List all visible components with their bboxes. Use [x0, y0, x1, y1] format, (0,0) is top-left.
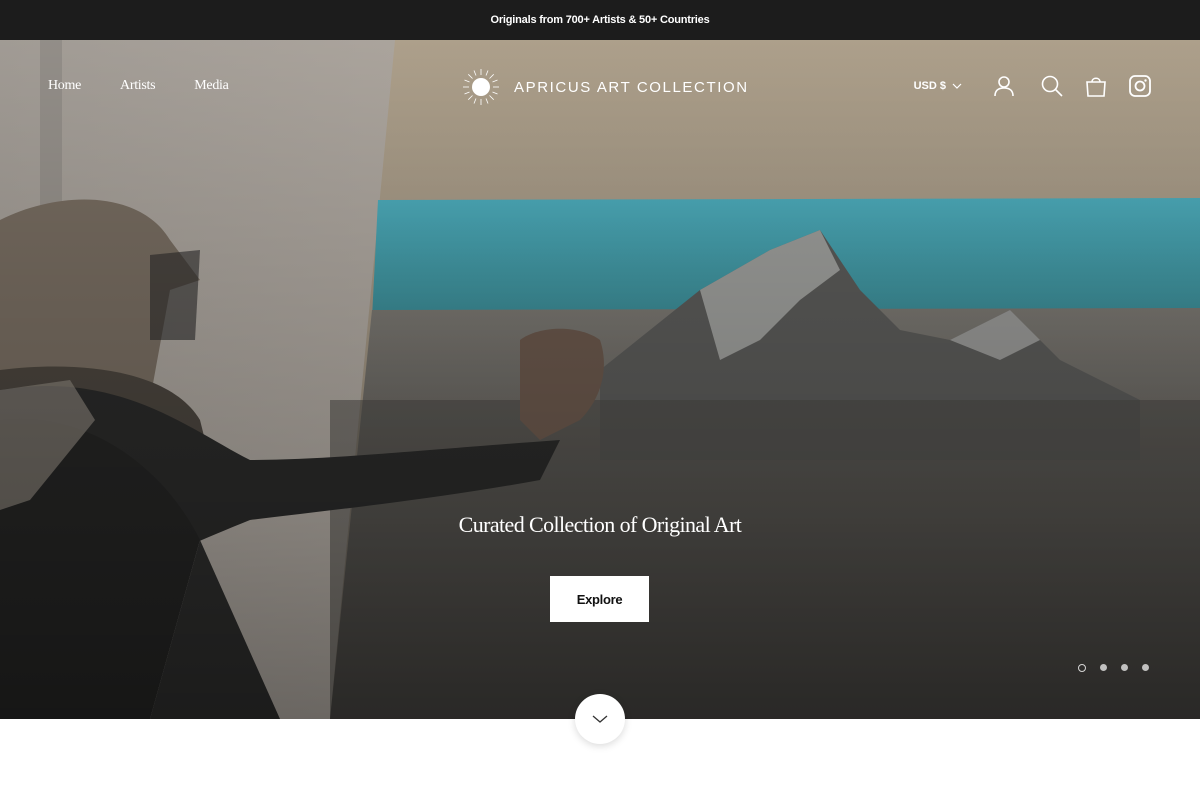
- nav-item-media[interactable]: Media: [194, 78, 229, 94]
- currency-label: USD $: [913, 80, 946, 92]
- logo-text: APRICUS ART COLLECTION: [514, 78, 749, 96]
- currency-selector[interactable]: USD $: [914, 80, 962, 92]
- announcement-bar: Originals from 700+ Artists & 50+ Countr…: [0, 0, 1200, 40]
- slideshow-pagination: [1078, 664, 1149, 672]
- instagram-icon[interactable]: [1128, 74, 1152, 98]
- main-nav: Home Artists Media: [48, 78, 268, 94]
- nav-item-home[interactable]: Home: [48, 78, 81, 94]
- chevron-down-icon: [952, 83, 962, 89]
- account-icon[interactable]: [992, 74, 1016, 98]
- chevron-down-icon: [592, 715, 608, 723]
- sun-logo-icon: [463, 69, 499, 105]
- slide-dot-2[interactable]: [1100, 664, 1107, 671]
- site-header: Home Artists Media APRICUS ART COLLECTIO…: [0, 40, 1200, 134]
- cart-icon[interactable]: [1084, 74, 1108, 98]
- site-logo[interactable]: APRICUS ART COLLECTION: [462, 68, 749, 106]
- search-icon[interactable]: [1040, 74, 1064, 98]
- scroll-down-button[interactable]: [575, 694, 625, 744]
- slide-dot-1[interactable]: [1078, 664, 1086, 672]
- slide-dot-4[interactable]: [1142, 664, 1149, 671]
- explore-button[interactable]: Explore: [550, 576, 649, 622]
- slide-dot-3[interactable]: [1121, 664, 1128, 671]
- hero-title: Curated Collection of Original Art: [458, 512, 742, 537]
- announcement-text: Originals from 700+ Artists & 50+ Countr…: [490, 14, 710, 26]
- header-utilities: USD $: [914, 74, 1152, 98]
- nav-item-artists[interactable]: Artists: [120, 78, 156, 94]
